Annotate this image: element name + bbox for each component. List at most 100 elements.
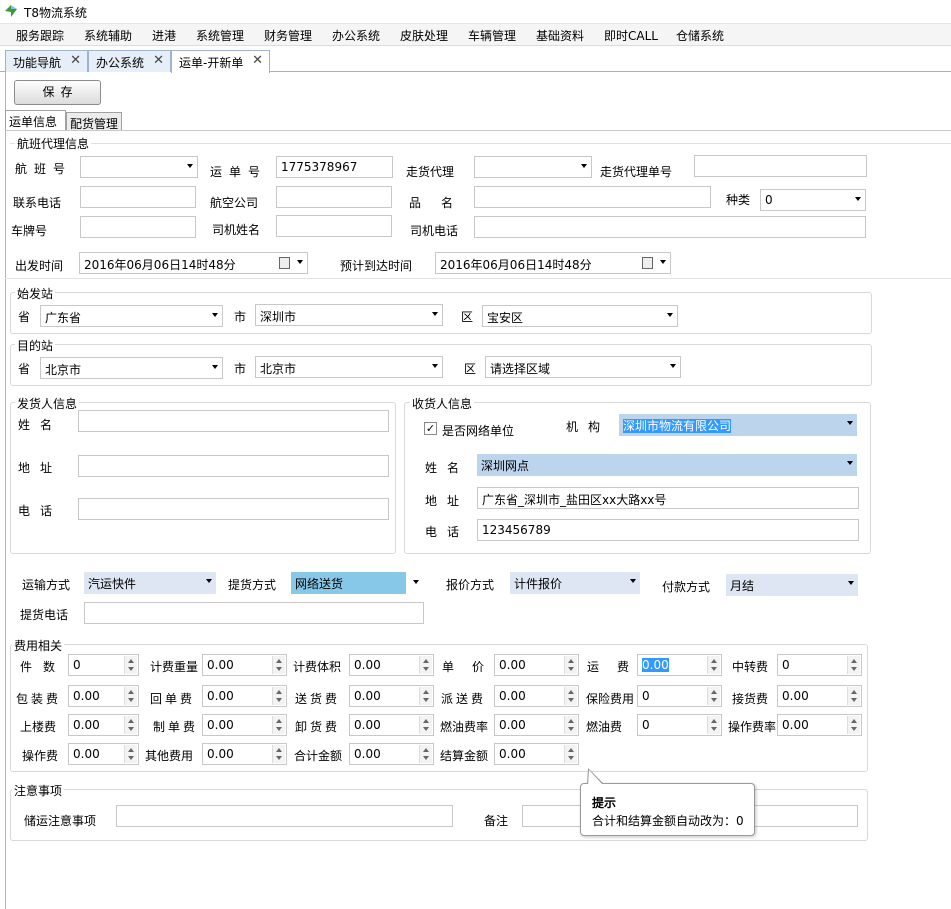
- fee-packing-input[interactable]: 0.00: [68, 685, 139, 707]
- driver-input[interactable]: [276, 215, 392, 237]
- tab-new-waybill[interactable]: 运单-开新单 ✕: [171, 50, 270, 73]
- spinner-arrows-icon[interactable]: [847, 656, 860, 674]
- fee-receipt-input[interactable]: 0.00: [202, 685, 287, 707]
- waybill-no-input[interactable]: 1775378967: [276, 156, 393, 178]
- fee-operation-rate-input[interactable]: 0.00: [777, 714, 862, 736]
- depart-time-picker[interactable]: 2016年06月06日14时48分: [79, 252, 308, 274]
- menu-skin[interactable]: 皮肤处理: [400, 27, 448, 44]
- calendar-icon[interactable]: [279, 257, 290, 269]
- spinner-arrows-icon[interactable]: [419, 745, 432, 763]
- menu-basic-data[interactable]: 基础资料: [536, 27, 584, 44]
- fee-charge-volume-input[interactable]: 0.00: [349, 654, 434, 676]
- fee-unloading-input[interactable]: 0.00: [349, 714, 434, 736]
- spinner-arrows-icon[interactable]: [272, 656, 285, 674]
- tab-office-system[interactable]: 办公系统 ✕: [88, 50, 171, 72]
- fee-freight-input[interactable]: 0.00: [637, 654, 722, 676]
- fee-upstairs-input[interactable]: 0.00: [68, 714, 139, 736]
- spinner-arrows-icon[interactable]: [564, 656, 577, 674]
- chevron-down-icon[interactable]: [413, 580, 419, 584]
- payment-select[interactable]: 月结: [726, 574, 858, 596]
- airline-input[interactable]: [276, 186, 392, 208]
- spinner-arrows-icon[interactable]: [124, 687, 137, 705]
- spinner-arrows-icon[interactable]: [707, 656, 720, 674]
- close-icon[interactable]: ✕: [153, 53, 164, 68]
- fee-operation-input[interactable]: 0.00: [68, 743, 139, 765]
- spinner-arrows-icon[interactable]: [707, 716, 720, 734]
- spinner-arrows-icon[interactable]: [419, 687, 432, 705]
- save-button[interactable]: 保存: [14, 80, 101, 105]
- sender-name-input[interactable]: [78, 410, 389, 432]
- fee-transfer-input[interactable]: 0: [777, 654, 862, 676]
- menu-vehicle[interactable]: 车辆管理: [468, 27, 516, 44]
- spinner-arrows-icon[interactable]: [847, 716, 860, 734]
- menu-inbound[interactable]: 进港: [152, 27, 176, 44]
- flight-no-select[interactable]: [80, 156, 198, 178]
- fee-pickup-input[interactable]: 0.00: [777, 685, 862, 707]
- pickup-phone-input[interactable]: [84, 602, 424, 624]
- type-select[interactable]: 0: [760, 189, 866, 211]
- spinner-arrows-icon[interactable]: [272, 687, 285, 705]
- dest-district-select[interactable]: 请选择区域: [485, 356, 681, 378]
- fee-settlement-input[interactable]: 0.00: [494, 743, 579, 765]
- spinner-arrows-icon[interactable]: [272, 716, 285, 734]
- origin-district-select[interactable]: 宝安区: [482, 305, 678, 327]
- fee-billing-input[interactable]: 0.00: [202, 714, 287, 736]
- network-unit-checkbox[interactable]: ✓: [424, 422, 437, 435]
- tab-function-nav[interactable]: 功能导航 ✕: [5, 50, 88, 72]
- spinner-arrows-icon[interactable]: [124, 716, 137, 734]
- fee-dispatch-input[interactable]: 0.00: [494, 685, 579, 707]
- fee-delivery-input[interactable]: 0.00: [349, 685, 434, 707]
- calendar-icon[interactable]: [642, 257, 653, 269]
- menu-office-system[interactable]: 办公系统: [332, 27, 380, 44]
- spinner-arrows-icon[interactable]: [124, 656, 137, 674]
- origin-province-select[interactable]: 广东省: [40, 305, 223, 327]
- fee-pieces-input[interactable]: 0: [68, 654, 139, 676]
- fee-fuel-rate-input[interactable]: 0.00: [494, 714, 579, 736]
- close-icon[interactable]: ✕: [252, 53, 263, 68]
- fee-other-input[interactable]: 0.00: [202, 743, 287, 765]
- menu-system-assist[interactable]: 系统辅助: [84, 27, 132, 44]
- fee-fuel-input[interactable]: 0: [637, 714, 722, 736]
- subtab-waybill-info[interactable]: 运单信息: [5, 110, 66, 131]
- fee-charge-weight-input[interactable]: 0.00: [202, 654, 287, 676]
- dest-province-select[interactable]: 北京市: [40, 357, 223, 379]
- agent-bill-input[interactable]: [694, 155, 867, 177]
- transport-select[interactable]: 汽运快件: [84, 572, 216, 594]
- caution-input[interactable]: [116, 805, 453, 827]
- receiver-address-input[interactable]: 广东省_深圳市_盐田区xx大路xx号: [477, 487, 859, 509]
- spinner-arrows-icon[interactable]: [564, 745, 577, 763]
- goods-name-input[interactable]: [474, 186, 711, 208]
- menu-finance[interactable]: 财务管理: [264, 27, 312, 44]
- menu-system-management[interactable]: 系统管理: [196, 27, 244, 44]
- dest-city-select[interactable]: 北京市: [255, 356, 443, 378]
- subtab-distribution[interactable]: 配货管理: [66, 112, 122, 131]
- spinner-arrows-icon[interactable]: [272, 745, 285, 763]
- sender-address-input[interactable]: [78, 455, 389, 477]
- spinner-arrows-icon[interactable]: [564, 687, 577, 705]
- pickup-select[interactable]: 网络送货: [291, 572, 406, 594]
- spinner-arrows-icon[interactable]: [124, 745, 137, 763]
- driver-phone-input[interactable]: [474, 216, 866, 238]
- receiver-name-select[interactable]: 深圳网点: [477, 454, 857, 476]
- arrive-time-picker[interactable]: 2016年06月06日14时48分: [435, 252, 671, 274]
- org-select[interactable]: 深圳市物流有限公司: [619, 414, 857, 436]
- agent-select[interactable]: [474, 156, 592, 178]
- spinner-arrows-icon[interactable]: [707, 687, 720, 705]
- fee-total-input[interactable]: 0.00: [349, 743, 434, 765]
- close-icon[interactable]: ✕: [70, 53, 81, 68]
- spinner-arrows-icon[interactable]: [419, 656, 432, 674]
- menu-warehouse[interactable]: 仓储系统: [676, 27, 724, 44]
- plate-input[interactable]: [80, 216, 196, 238]
- phone-input[interactable]: [80, 186, 196, 208]
- spinner-arrows-icon[interactable]: [847, 687, 860, 705]
- receiver-phone-input[interactable]: 123456789: [477, 519, 859, 541]
- origin-city-select[interactable]: 深圳市: [255, 304, 443, 326]
- menu-instant-call[interactable]: 即时CALL: [604, 27, 658, 44]
- fee-insurance-input[interactable]: 0: [637, 685, 722, 707]
- fee-unit-price-input[interactable]: 0.00: [494, 654, 579, 676]
- spinner-arrows-icon[interactable]: [419, 716, 432, 734]
- quote-select[interactable]: 计件报价: [510, 572, 640, 594]
- menu-service-tracking[interactable]: 服务跟踪: [16, 27, 64, 44]
- sender-phone-input[interactable]: [78, 498, 389, 520]
- spinner-arrows-icon[interactable]: [564, 716, 577, 734]
